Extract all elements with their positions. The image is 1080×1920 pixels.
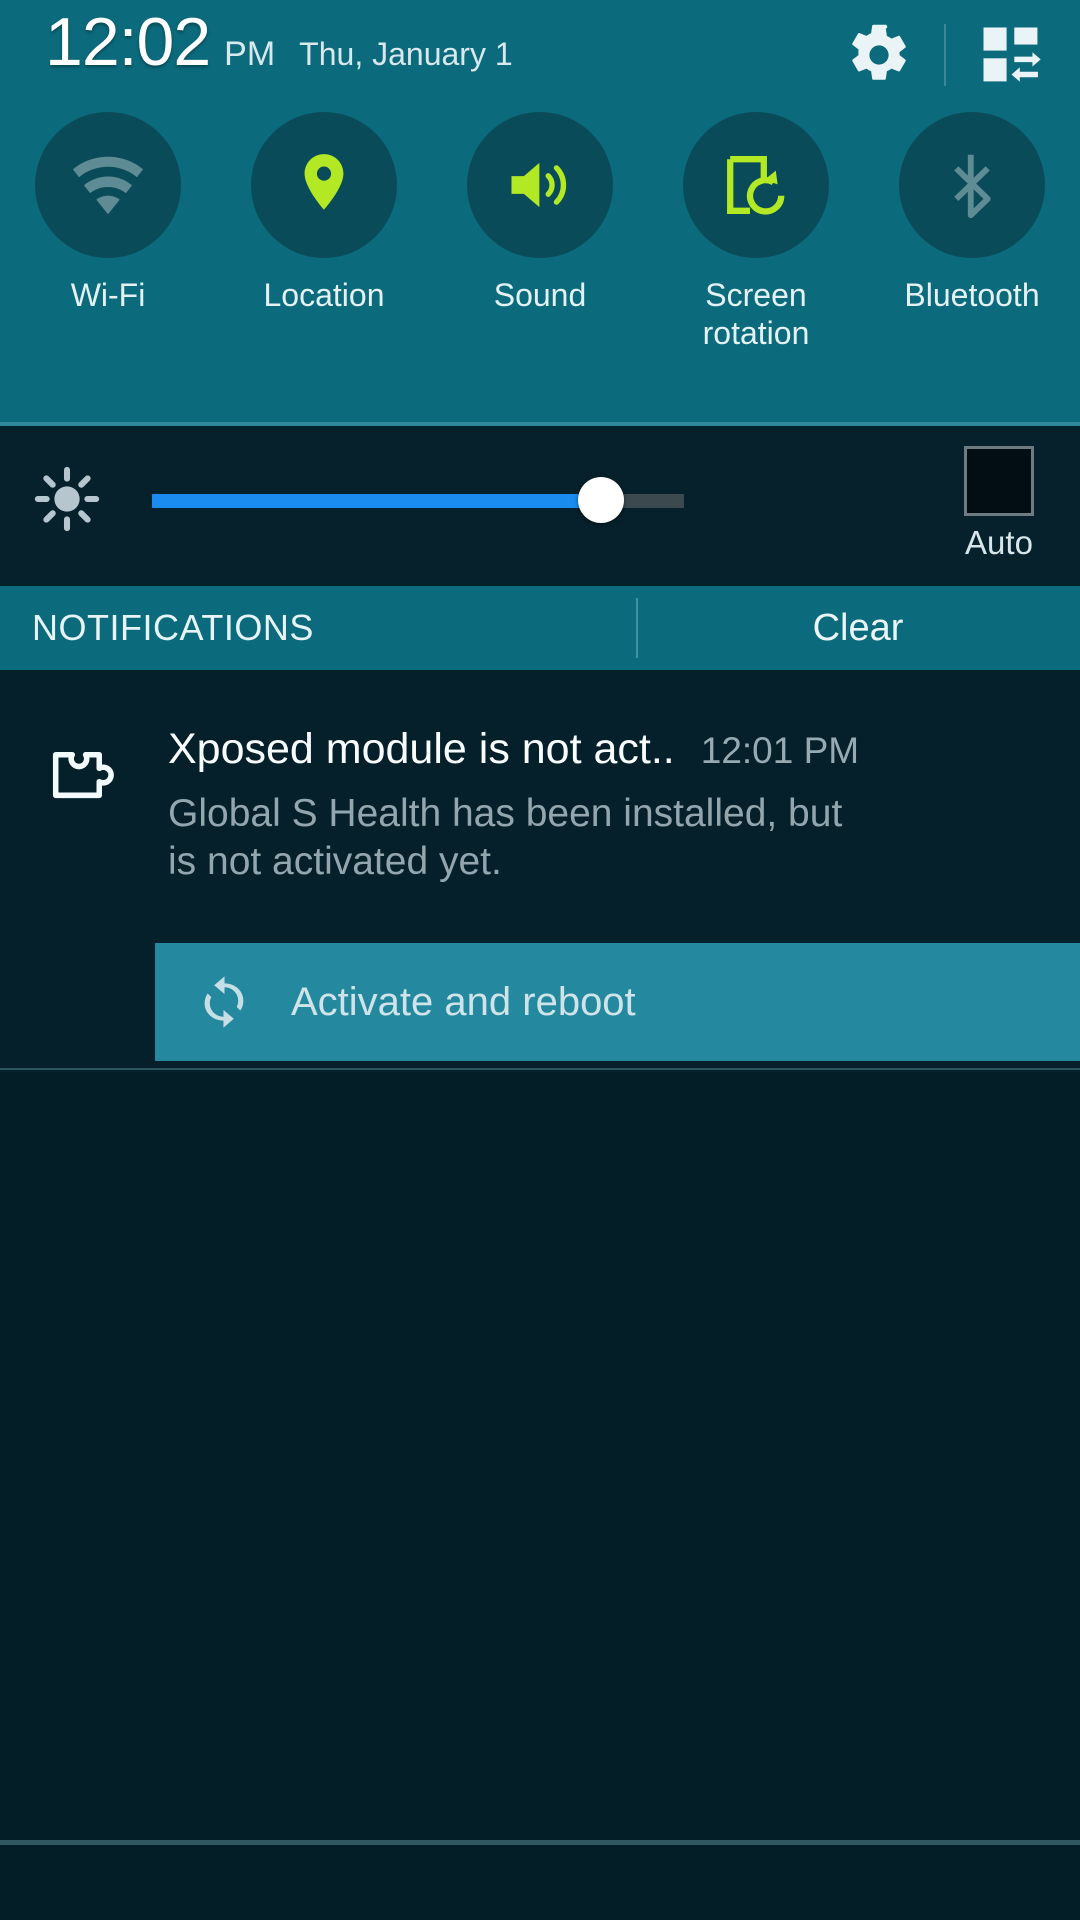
sound-speaker-icon	[502, 147, 578, 223]
auto-brightness-label: Auto	[965, 524, 1033, 561]
location-pin-icon	[287, 148, 361, 222]
auto-brightness-toggle[interactable]: Auto	[964, 446, 1034, 562]
quick-settings-grid-icon	[978, 22, 1044, 88]
toggle-circle	[35, 112, 181, 258]
brightness-row: Auto	[0, 430, 1080, 582]
quick-settings-edit-button[interactable]	[972, 16, 1050, 94]
slider-fill	[152, 494, 602, 508]
clock-ampm: PM	[224, 35, 276, 73]
notification-empty-area	[0, 1072, 1080, 1920]
clock-time: 12:02	[45, 4, 211, 80]
quick-toggle-screen-rotation[interactable]: Screen rotation	[648, 112, 864, 353]
brightness-sun-icon	[34, 466, 100, 532]
quick-toggle-location[interactable]: Location	[216, 112, 432, 353]
quick-toggle-bluetooth[interactable]: Bluetooth	[864, 112, 1080, 353]
toggle-circle	[467, 112, 613, 258]
notifications-title: NOTIFICATIONS	[32, 607, 314, 648]
activate-and-reboot-label: Activate and reboot	[291, 979, 636, 1024]
notification-header-row: Xposed module is not act.. 12:01 PM	[168, 725, 1048, 774]
brightness-slider[interactable]	[152, 477, 684, 523]
wifi-icon	[69, 146, 147, 224]
shade-pull-handle[interactable]	[0, 1840, 1080, 1845]
screen-rotation-icon	[720, 149, 792, 221]
settings-button[interactable]	[840, 16, 918, 94]
status-header: 12:02 PM Thu, January 1	[0, 0, 1080, 110]
quick-toggle-label: Sound	[493, 277, 587, 313]
quick-toggle-label: Wi-Fi	[70, 277, 146, 313]
notification-item[interactable]: Xposed module is not act.. 12:01 PM Glob…	[0, 670, 1080, 1070]
quick-toggle-sound[interactable]: Sound	[432, 112, 648, 353]
toggle-circle	[251, 112, 397, 258]
notification-shade: 12:02 PM Thu, January 1 Wi-Fi Location S…	[0, 0, 1080, 1920]
clock: 12:02 PM Thu, January 1	[45, 8, 513, 76]
xposed-puzzle-icon	[44, 743, 122, 821]
header-icon-group	[840, 16, 1050, 94]
bluetooth-icon	[935, 148, 1009, 222]
activate-and-reboot-button[interactable]: Activate and reboot	[155, 943, 1080, 1061]
quick-toggle-wifi[interactable]: Wi-Fi	[0, 112, 216, 353]
quick-toggle-label: Bluetooth	[904, 277, 1040, 313]
auto-brightness-checkbox[interactable]	[964, 446, 1034, 516]
refresh-sync-icon	[193, 971, 255, 1033]
quick-settings-panel: 12:02 PM Thu, January 1 Wi-Fi Location S…	[0, 0, 1080, 426]
gear-icon	[846, 22, 912, 88]
quick-toggle-row: Wi-Fi Location Sound Screen rotation Blu…	[0, 112, 1080, 353]
quick-toggle-label: Location	[263, 277, 385, 313]
header-divider	[944, 24, 946, 86]
clock-date: Thu, January 1	[299, 36, 513, 72]
toggle-circle	[899, 112, 1045, 258]
clear-notifications-button[interactable]: Clear	[636, 607, 1080, 650]
quick-toggle-label: Screen rotation	[702, 277, 810, 352]
notification-title: Xposed module is not act..	[168, 725, 675, 773]
notification-body: Global S Health has been installed, but …	[168, 792, 843, 883]
toggle-circle	[683, 112, 829, 258]
notifications-header-bar: NOTIFICATIONS Clear	[0, 586, 1080, 670]
notification-timestamp: 12:01 PM	[700, 730, 860, 771]
slider-thumb[interactable]	[578, 477, 624, 523]
